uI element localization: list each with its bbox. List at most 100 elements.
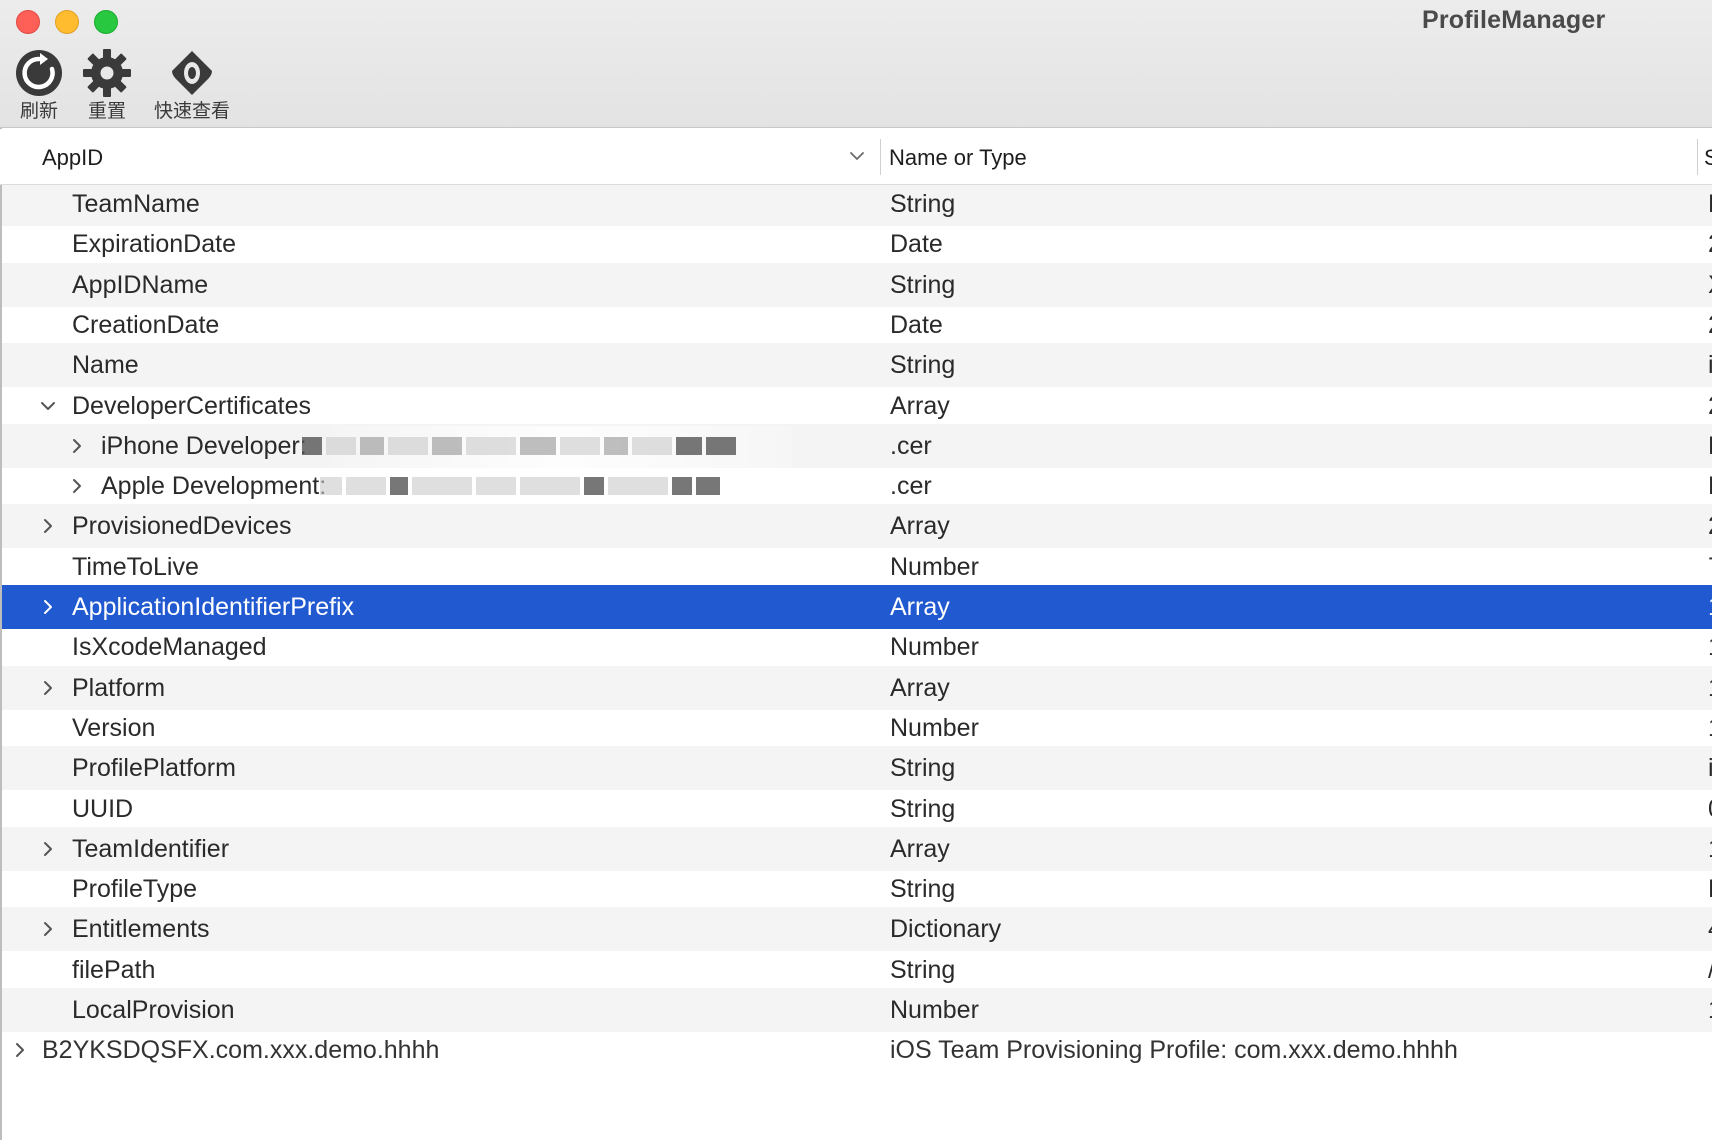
row-value: X — [1708, 263, 1712, 307]
column-header-third[interactable]: S — [1704, 145, 1712, 171]
table-row[interactable]: TeamIdentifier Array 1 — [2, 826, 1712, 871]
row-type: Array — [890, 673, 950, 702]
window-controls — [16, 10, 118, 34]
table-row[interactable]: filePath String / — [2, 948, 1712, 992]
table-row[interactable]: Version Number 1 — [2, 706, 1712, 750]
row-key: Apple Development: — [101, 472, 327, 501]
table-row[interactable]: ProfileType String D — [2, 867, 1712, 911]
disclosure-expanded-icon[interactable] — [40, 397, 56, 415]
row-key: filePath — [72, 955, 156, 984]
row-key: DeveloperCertificates — [72, 391, 311, 420]
table-row[interactable]: TeamName String D — [2, 185, 1712, 226]
column-separator[interactable] — [1697, 139, 1698, 175]
column-separator[interactable] — [880, 139, 881, 175]
table-row[interactable]: UUID String 0 — [2, 787, 1712, 831]
row-key: ProfilePlatform — [72, 754, 236, 783]
quicklook-button[interactable]: 快速查看 — [154, 48, 230, 123]
minimize-window-button[interactable] — [55, 10, 79, 34]
row-type: Date — [890, 230, 943, 259]
row-type: Array — [890, 512, 950, 541]
table-row[interactable]: IsXcodeManaged Number 1 — [2, 625, 1712, 669]
row-value: M — [1708, 424, 1712, 468]
outline-table: KSYKSDQEETxcom.xxx.xxx.demo.helloiOS Tea… — [0, 185, 1712, 1140]
row-value: 1 — [1708, 585, 1712, 629]
disclosure-collapsed-icon[interactable] — [40, 840, 56, 858]
row-key: ProfileType — [72, 875, 198, 904]
table-row[interactable]: TimeToLive Number 7 — [2, 545, 1712, 589]
row-key: TeamIdentifier — [72, 834, 230, 863]
row-value: 2 — [1708, 222, 1712, 266]
row-value: 1 — [1708, 827, 1712, 871]
row-value: i — [1708, 754, 1712, 783]
row-type: iOS Team Provisioning Profile: com.xxx.d… — [890, 1036, 1458, 1065]
refresh-label: 刷新 — [19, 100, 58, 122]
row-key: UUID — [72, 794, 134, 823]
row-type: String — [890, 794, 956, 823]
row-type: .cer — [890, 472, 932, 501]
disclosure-collapsed-icon[interactable] — [40, 598, 56, 616]
row-value: / — [1708, 948, 1712, 992]
table-row-partial-bottom[interactable]: B2YKSDQSFX.com.xxx.demo.hhhh iOS Team Pro… — [2, 1028, 1712, 1072]
row-key: TeamName — [72, 190, 200, 218]
row-value: 4 — [1708, 907, 1712, 951]
row-key: B2YKSDQSFX.com.xxx.demo.hhhh — [42, 1036, 440, 1065]
disclosure-collapsed-icon[interactable] — [40, 679, 56, 697]
column-header-name-or-type[interactable]: Name or Type — [889, 145, 1027, 171]
redaction-blocks — [320, 474, 720, 498]
gear-icon — [83, 49, 131, 97]
zoom-window-button[interactable] — [94, 10, 118, 34]
redaction-blocks — [302, 434, 736, 458]
reset-button[interactable]: 重置 — [82, 48, 132, 123]
row-key: LocalProvision — [72, 996, 235, 1024]
row-type: String — [890, 875, 956, 904]
row-value: 2 — [1708, 384, 1712, 428]
table-row[interactable]: ExpirationDate Date 2 — [2, 222, 1712, 266]
row-value: M — [1708, 464, 1712, 508]
row-type: Date — [890, 310, 943, 339]
close-window-button[interactable] — [16, 10, 40, 34]
table-row[interactable]: ProfilePlatform String i — [2, 746, 1712, 791]
row-key: ApplicationIdentifierPrefix — [72, 593, 355, 621]
row-value: 2 — [1708, 504, 1712, 548]
title-toolbar: ProfileManager 刷新 重置 快速查看 — [0, 0, 1712, 128]
table-row[interactable]: ProvisionedDevices Array 2 — [2, 504, 1712, 549]
row-type: String — [890, 955, 956, 984]
disclosure-collapsed-icon[interactable] — [12, 1041, 28, 1059]
disclosure-collapsed-icon[interactable] — [40, 920, 56, 938]
disclosure-collapsed-icon[interactable] — [40, 517, 56, 535]
table-row[interactable]: iPhone Developer: .cer M — [2, 423, 1712, 468]
table-row[interactable]: AppIDName String X — [2, 262, 1712, 307]
row-type: Array — [890, 391, 950, 420]
table-row[interactable]: Entitlements Dictionary 4 — [2, 907, 1712, 952]
disclosure-collapsed-icon[interactable] — [69, 437, 85, 455]
table-row[interactable]: DeveloperCertificates Array 2 — [2, 384, 1712, 428]
table-row[interactable]: Apple Development: .cer M — [2, 464, 1712, 508]
refresh-button[interactable]: 刷新 — [14, 48, 64, 123]
table-row[interactable]: ApplicationIdentifierPrefix Array 1 — [2, 585, 1712, 629]
table-row[interactable]: Name String i — [2, 343, 1712, 388]
profile-manager-window: ProfileManager 刷新 重置 快速查看 AppID Name or … — [0, 0, 1712, 1140]
row-value: 0 — [1708, 787, 1712, 831]
row-type: Number — [890, 996, 979, 1024]
row-key: TimeToLive — [72, 552, 199, 581]
table-row[interactable]: LocalProvision Number 1 — [2, 988, 1712, 1032]
column-header-appid[interactable]: AppID — [42, 145, 103, 171]
row-key: IsXcodeManaged — [72, 633, 267, 662]
row-key: Name — [72, 351, 139, 380]
row-key: ProvisionedDevices — [72, 512, 292, 541]
row-type: Array — [890, 593, 950, 621]
disclosure-collapsed-icon[interactable] — [69, 477, 85, 495]
row-key: CreationDate — [72, 310, 220, 339]
row-key: ExpirationDate — [72, 230, 236, 259]
row-value: 1 — [1708, 988, 1712, 1032]
chevron-down-icon[interactable] — [848, 147, 866, 165]
row-value: 1 — [1708, 625, 1712, 669]
table-row[interactable]: Platform Array 1 — [2, 665, 1712, 710]
row-type: Array — [890, 834, 950, 863]
table-row[interactable]: CreationDate Date 2 — [2, 303, 1712, 347]
row-value: 7 — [1708, 545, 1712, 589]
row-value: 1 — [1708, 666, 1712, 710]
row-key: Platform — [72, 673, 166, 702]
row-type: .cer — [890, 431, 932, 460]
refresh-icon — [16, 50, 62, 96]
